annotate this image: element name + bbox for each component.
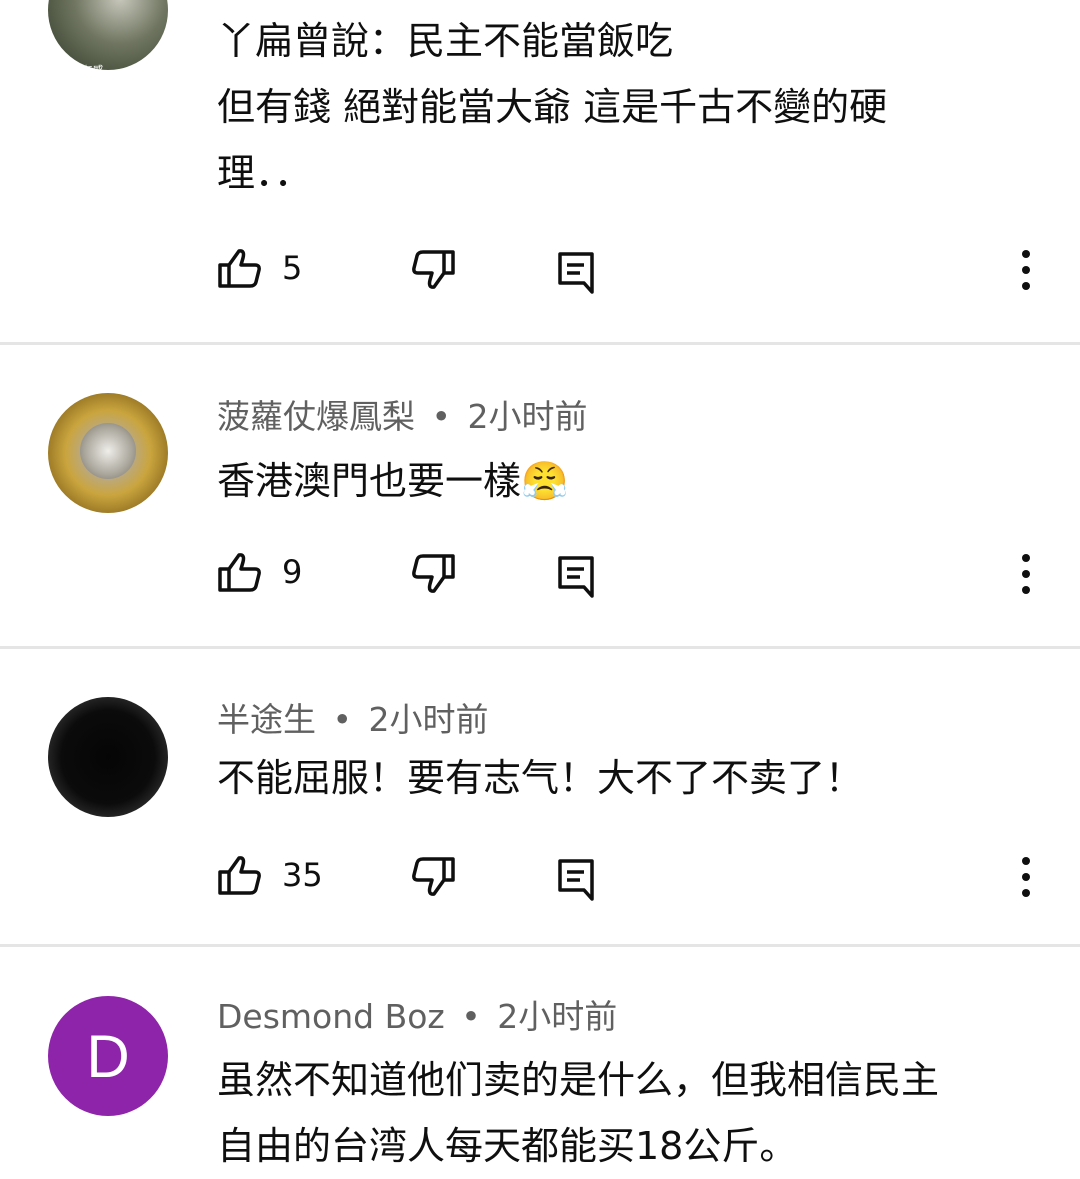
meta-separator: •	[431, 397, 451, 436]
comment-text: 香港澳門也要一樣😤	[217, 448, 1017, 514]
avatar[interactable]: 不錯 有感	[48, 0, 168, 70]
dislike-button[interactable]	[410, 857, 456, 897]
more-options-button[interactable]	[1012, 248, 1040, 292]
comment-meta: 半途生 • 2小时前	[217, 700, 488, 740]
comment-line: 但有錢 絕對能當大爺 這是千古不變的硬	[217, 85, 888, 129]
meta-separator: •	[461, 997, 481, 1036]
comment-line: 自由的台湾人每天都能买18公斤。	[217, 1124, 798, 1168]
comment-line: 不能屈服！要有志气！大不了不卖了！	[217, 756, 864, 800]
author-name[interactable]: Desmond Boz	[217, 997, 445, 1036]
comment-meta: 菠蘿仗爆鳳梨 • 2小时前	[217, 397, 587, 437]
comment-line: 虽然不知道他们卖的是什么，但我相信民主	[217, 1058, 940, 1102]
thumb-up-icon	[217, 855, 263, 895]
reply-icon	[558, 556, 594, 598]
comment-item: D Desmond Boz • 2小时前 虽然不知道他们卖的是什么，但我相信民主…	[0, 947, 1080, 1176]
comment-item: 不錯 有感 丫扁曾說：民主不能當飯吃 但有錢 絕對能當大爺 這是千古不變的硬 理…	[0, 0, 1080, 344]
more-vert-icon	[1012, 855, 1040, 899]
comment-text: 丫扁曾說：民主不能當飯吃 但有錢 絕對能當大爺 這是千古不變的硬 理．．	[217, 8, 1017, 206]
author-name[interactable]: 菠蘿仗爆鳳梨	[217, 397, 415, 436]
reply-button[interactable]	[558, 859, 594, 901]
reply-icon	[558, 252, 594, 294]
avatar-letter: D	[86, 1022, 130, 1090]
comment-actions: 5	[0, 240, 1080, 300]
comment-actions: 35	[0, 847, 1080, 907]
reply-icon	[558, 859, 594, 901]
avatar[interactable]	[48, 393, 168, 513]
avatar[interactable]: D	[48, 996, 168, 1116]
thumb-down-icon	[410, 250, 456, 290]
thumb-down-icon	[410, 857, 456, 897]
comment-text: 不能屈服！要有志气！大不了不卖了！	[217, 745, 1017, 811]
like-count: 35	[282, 856, 323, 894]
more-vert-icon	[1012, 552, 1040, 596]
dislike-button[interactable]	[410, 554, 456, 594]
timestamp: 2小时前	[467, 397, 588, 436]
avatar-caption: 不錯 有感	[56, 62, 104, 70]
comment-item: 半途生 • 2小时前 不能屈服！要有志气！大不了不卖了！ 35	[0, 649, 1080, 946]
thumb-down-icon	[410, 554, 456, 594]
comment-item: 菠蘿仗爆鳳梨 • 2小时前 香港澳門也要一樣😤 9	[0, 345, 1080, 648]
comment-line: 香港澳門也要一樣😤	[217, 459, 569, 503]
comment-text: 虽然不知道他们卖的是什么，但我相信民主 自由的台湾人每天都能买18公斤。	[217, 1047, 1017, 1179]
more-options-button[interactable]	[1012, 552, 1040, 596]
like-button[interactable]	[217, 552, 263, 592]
thumb-up-icon	[217, 552, 263, 592]
reply-button[interactable]	[558, 252, 594, 294]
more-vert-icon	[1012, 248, 1040, 292]
like-button[interactable]	[217, 855, 263, 895]
timestamp: 2小时前	[497, 997, 618, 1036]
more-options-button[interactable]	[1012, 855, 1040, 899]
thumb-up-icon	[217, 248, 263, 288]
dislike-button[interactable]	[410, 250, 456, 290]
comment-line: 丫扁曾說：民主不能當飯吃	[217, 19, 674, 63]
comment-actions: 9	[0, 544, 1080, 604]
avatar[interactable]	[48, 697, 168, 817]
comment-line: 理．．	[217, 151, 313, 195]
reply-button[interactable]	[558, 556, 594, 598]
like-count: 5	[282, 249, 303, 287]
like-count: 9	[282, 553, 303, 591]
like-button[interactable]	[217, 248, 263, 288]
comment-meta: Desmond Boz • 2小时前	[217, 997, 617, 1037]
cat-face	[80, 423, 136, 479]
meta-separator: •	[332, 700, 352, 739]
author-name[interactable]: 半途生	[217, 700, 316, 739]
timestamp: 2小时前	[368, 700, 489, 739]
